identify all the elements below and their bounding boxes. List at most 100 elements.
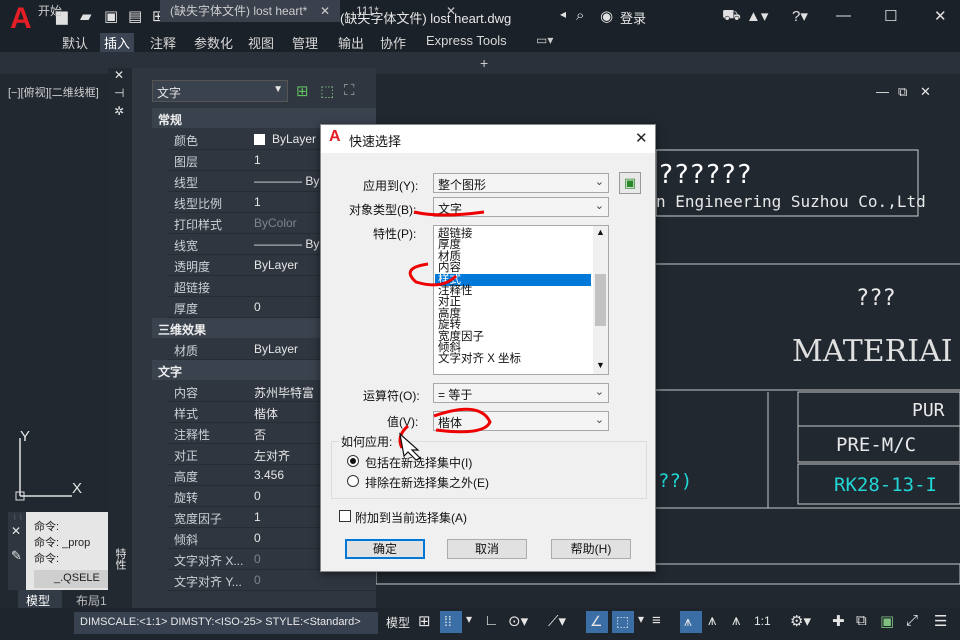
ribbon-tab-3[interactable]: 参数化	[190, 33, 237, 52]
customize-icon[interactable]: ☰	[934, 612, 947, 630]
toggle-pickadd-icon[interactable]: ⊞	[296, 82, 309, 100]
status-vars[interactable]: DIMSCALE:<1:1> DIMSTY:<ISO-25> STYLE:<St…	[74, 612, 378, 634]
red-annotation-marks	[398, 210, 492, 449]
property-key: 材质	[174, 344, 199, 358]
snap-dropdown-icon[interactable]: ▾	[466, 612, 472, 626]
tab-close-icon[interactable]: ✕	[320, 0, 330, 22]
palette-close-icon[interactable]: ✕	[114, 68, 124, 82]
command-input[interactable]: _.QSELE	[34, 570, 108, 588]
axis-x-label: X	[72, 480, 83, 497]
command-wrench-icon[interactable]: ✎	[11, 548, 22, 564]
property-key: 旋转	[174, 491, 199, 505]
tab-close-icon[interactable]: ✕	[446, 0, 456, 22]
annotation-monitor-icon[interactable]: ✚	[832, 612, 845, 630]
property-key: 内容	[174, 386, 199, 400]
minimize-icon[interactable]: —	[836, 7, 851, 24]
tab-layout1[interactable]: 布局1	[70, 590, 114, 608]
viewport-label[interactable]: [−][俯视][二维线框]	[8, 84, 99, 100]
ribbon-tab-2[interactable]: 注释	[146, 33, 180, 52]
ribbon-tab-4[interactable]: 视图	[244, 33, 278, 52]
tab-lost-heart[interactable]: (缺失字体文件) lost heart* ✕	[160, 0, 340, 22]
isodraft-icon[interactable]: ⟋▾	[548, 612, 566, 630]
app-menu-icon[interactable]: ▲▾	[746, 7, 768, 25]
exclude-radio-label[interactable]: 排除在新选择集之外(E)	[365, 474, 489, 491]
object-type-combo[interactable]: 文字 ▼	[152, 80, 288, 102]
ribbon-tab-5[interactable]: 管理	[288, 33, 322, 52]
login-button[interactable]: 登录	[620, 8, 646, 27]
viewport-min-icon[interactable]: —	[876, 84, 889, 99]
ribbon-tab-6[interactable]: 输出	[334, 33, 368, 52]
status-model-button[interactable]: 模型	[386, 614, 410, 631]
tab-start[interactable]: 开始	[28, 0, 108, 22]
annotation-scale-icon[interactable]: ⩚	[732, 612, 740, 629]
maximize-icon[interactable]: ☐	[884, 7, 897, 25]
select-objects-icon[interactable]: ⬚	[320, 82, 334, 100]
tab-model[interactable]: 模型	[18, 590, 62, 608]
workspace-gear-icon[interactable]: ⚙▾	[790, 612, 811, 630]
drawing-text-q1: ??????	[658, 160, 752, 190]
ok-button[interactable]: 确定	[345, 539, 425, 559]
ribbon-tab-7[interactable]: 协作	[376, 33, 410, 52]
osnap-dropdown-icon[interactable]: ▾	[638, 612, 644, 626]
drawing-text-material: MATERIAI	[792, 334, 953, 369]
cancel-button[interactable]: 取消	[447, 539, 527, 559]
save-as-icon[interactable]: ▤	[128, 7, 142, 25]
dialog-close-icon[interactable]: ✕	[635, 129, 648, 147]
quick-select-icon[interactable]: ⛶	[344, 82, 355, 99]
select-objects-icon: ▣	[623, 175, 637, 190]
ribbon-tab-8[interactable]: Express Tools	[422, 33, 511, 48]
palette-strip[interactable]	[108, 68, 132, 608]
command-line: 命令:	[34, 553, 60, 565]
include-radio[interactable]	[347, 455, 359, 467]
help-button[interactable]: 帮助(H)	[551, 539, 631, 559]
select-objects-button[interactable]: ▣	[619, 172, 641, 194]
ribbon-tab-1[interactable]: 插入	[100, 33, 135, 52]
scroll-thumb[interactable]	[595, 274, 606, 326]
new-tab-icon[interactable]: +	[480, 55, 488, 71]
osnap-tracking-icon[interactable]: ∠	[586, 611, 608, 633]
append-checkbox[interactable]	[339, 510, 351, 522]
property-key: 超链接	[174, 281, 211, 295]
scale-dropdown[interactable]: 1:1	[754, 614, 771, 628]
back-icon[interactable]: ◂	[560, 7, 566, 21]
cart-icon[interactable]: ⛟	[722, 7, 741, 26]
property-key: 打印样式	[174, 218, 223, 232]
palette-settings-icon[interactable]: ✲	[114, 104, 124, 118]
scroll-down-icon[interactable]: ▼	[596, 360, 605, 370]
help-icon[interactable]: ?▾	[792, 7, 808, 25]
clean-screen-icon[interactable]: ⤢	[906, 612, 918, 629]
osnap-icon[interactable]: ⬚	[612, 611, 634, 633]
units-icon[interactable]: ⧉	[856, 612, 867, 629]
scroll-up-icon[interactable]: ▲	[596, 227, 605, 237]
property-row[interactable]: 文字对齐 Y... 0	[168, 570, 376, 591]
command-line: 命令:	[34, 521, 60, 533]
property-key: 倾斜	[174, 533, 199, 547]
tab-111[interactable]: 111* ✕	[346, 0, 466, 22]
polar-icon[interactable]: ⊙▾	[508, 612, 528, 630]
exclude-radio[interactable]	[347, 475, 359, 487]
snap-icon[interactable]: ⁞⁞	[440, 611, 462, 633]
viewport-restore-icon[interactable]: ⧉	[898, 84, 907, 100]
command-grip-icon[interactable]: ⋮⋮	[12, 514, 24, 521]
auto-scale-icon[interactable]: ⩚	[708, 612, 716, 629]
palette-autohide-icon[interactable]: ⊣	[114, 86, 124, 100]
annotation-visibility-icon[interactable]: ⩚	[680, 611, 702, 633]
property-key: 线型比例	[174, 197, 223, 211]
property-key: 线宽	[174, 239, 199, 253]
search-icon[interactable]: ⌕	[576, 7, 584, 24]
viewport-close-icon[interactable]: ✕	[920, 84, 931, 100]
listbox-scrollbar[interactable]: ▲ ▼	[593, 226, 608, 374]
ortho-icon[interactable]: ∟	[484, 612, 499, 629]
ribbon-toggle-icon[interactable]: ▭▾	[536, 33, 553, 47]
grid-icon[interactable]: ⊞	[418, 612, 431, 630]
close-icon[interactable]: ✕	[934, 7, 947, 25]
command-close-icon[interactable]: ✕	[11, 524, 21, 538]
user-icon[interactable]: ◉	[600, 7, 613, 25]
ribbon-tab-0[interactable]: 默认	[58, 33, 92, 52]
property-key: 宽度因子	[174, 512, 223, 526]
append-checkbox-label[interactable]: 附加到当前选择集(A)	[355, 509, 467, 526]
lineweight-icon[interactable]: ≡	[652, 612, 661, 629]
property-key: 颜色	[174, 134, 199, 148]
quick-properties-icon[interactable]: ▣	[880, 612, 894, 630]
dialog-title: 快速选择	[349, 134, 402, 149]
